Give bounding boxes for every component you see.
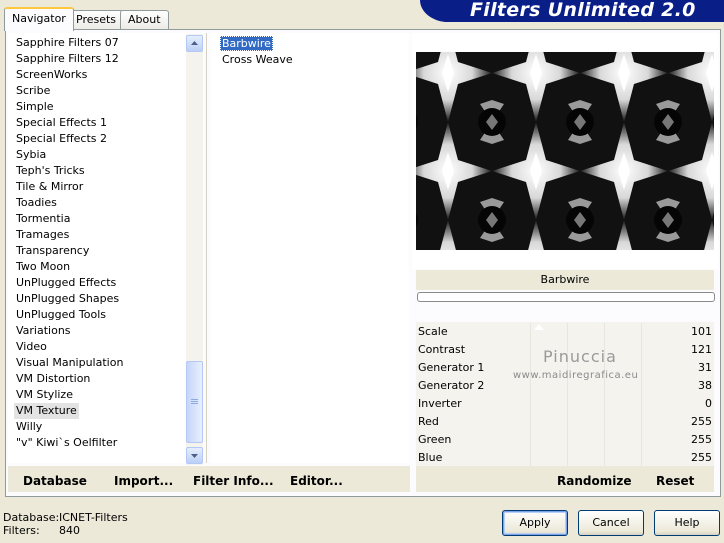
param-name: Contrast xyxy=(418,343,466,356)
database-label: Database: xyxy=(3,511,60,524)
reset-button[interactable]: Reset xyxy=(656,474,694,488)
category-item[interactable]: VM Distortion xyxy=(14,371,92,387)
category-item[interactable]: Tile & Mirror xyxy=(14,179,85,195)
category-item[interactable]: Simple xyxy=(14,99,56,115)
param-name: Red xyxy=(418,415,439,428)
filter-item[interactable]: Barbwire xyxy=(220,36,273,51)
tab-about[interactable]: About xyxy=(120,10,169,29)
database-button[interactable]: Database xyxy=(23,474,87,488)
category-item[interactable]: VM Stylize xyxy=(14,387,75,403)
param-row[interactable]: Green 255 xyxy=(416,431,714,449)
param-row[interactable]: Red 255 xyxy=(416,413,714,431)
filter-list[interactable]: Barbwire Cross Weave xyxy=(211,33,409,463)
category-item[interactable]: Teph's Tricks xyxy=(14,163,87,179)
category-item[interactable]: ScreenWorks xyxy=(14,67,89,83)
category-item[interactable]: UnPlugged Tools xyxy=(14,307,108,323)
category-item[interactable]: Tramages xyxy=(14,227,71,243)
category-item[interactable]: UnPlugged Shapes xyxy=(14,291,121,307)
category-item[interactable]: Toadies xyxy=(14,195,59,211)
scroll-thumb[interactable] xyxy=(186,361,203,443)
category-item[interactable]: Sapphire Filters 07 xyxy=(14,35,121,51)
category-item[interactable]: Willy xyxy=(14,419,44,435)
apply-button[interactable]: Apply xyxy=(502,510,568,536)
param-value: 31 xyxy=(698,361,712,374)
category-item[interactable]: Tormentia xyxy=(14,211,72,227)
help-button[interactable]: Help xyxy=(654,510,720,536)
filters-count-label: Filters: xyxy=(3,524,40,537)
category-scrollbar[interactable] xyxy=(186,34,203,465)
param-slider[interactable] xyxy=(494,431,678,449)
param-slider[interactable] xyxy=(494,323,678,341)
preview-image xyxy=(416,52,714,250)
app-title: Filters Unlimited 2.0 xyxy=(470,0,696,21)
param-name: Inverter xyxy=(418,397,462,410)
triangle-down-icon xyxy=(191,454,198,458)
param-name: Green xyxy=(418,433,452,446)
category-item[interactable]: Special Effects 1 xyxy=(14,115,109,131)
import-button[interactable]: Import... xyxy=(114,474,173,488)
param-slider[interactable] xyxy=(494,395,678,413)
param-value: 101 xyxy=(691,325,712,338)
category-item[interactable]: Variations xyxy=(14,323,73,339)
category-item[interactable]: Special Effects 2 xyxy=(14,131,109,147)
category-item[interactable]: Sapphire Filters 12 xyxy=(14,51,121,67)
param-row[interactable]: Blue 255 xyxy=(416,449,714,467)
category-item[interactable]: "v" Kiwi`s Oelfilter xyxy=(14,435,119,451)
filter-info-button[interactable]: Filter Info... xyxy=(193,474,274,488)
triangle-up-icon xyxy=(191,41,198,45)
param-value: 0 xyxy=(705,397,712,410)
filters-count-value: 840 xyxy=(59,524,80,537)
category-item[interactable]: Video xyxy=(14,339,49,355)
tab-navigator[interactable]: Navigator xyxy=(4,7,74,31)
param-name: Generator 2 xyxy=(418,379,485,392)
param-value: 38 xyxy=(698,379,712,392)
param-name: Scale xyxy=(418,325,448,338)
cancel-button[interactable]: Cancel xyxy=(578,510,644,536)
category-list[interactable]: Sapphire Filters 07 Sapphire Filters 12 Sc… xyxy=(8,33,187,463)
category-item[interactable]: Two Moon xyxy=(14,259,72,275)
category-item[interactable]: Sybia xyxy=(14,147,48,163)
param-row[interactable]: Scale 101 xyxy=(416,323,714,341)
watermark-name: Pinuccia xyxy=(543,347,617,366)
category-item[interactable]: Visual Manipulation xyxy=(14,355,125,371)
progress-bar xyxy=(417,292,715,302)
category-item[interactable]: VM Texture xyxy=(14,403,79,419)
param-row[interactable]: Inverter 0 xyxy=(416,395,714,413)
category-item[interactable]: Transparency xyxy=(14,243,91,259)
randomize-button[interactable]: Randomize xyxy=(557,474,631,488)
scroll-down-button[interactable] xyxy=(186,447,203,464)
editor-button[interactable]: Editor... xyxy=(290,474,343,488)
param-name: Generator 1 xyxy=(418,361,485,374)
tab-presets[interactable]: Presets xyxy=(68,10,125,29)
left-toolbar: Database Import... Filter Info... Editor… xyxy=(8,466,410,492)
param-name: Blue xyxy=(418,451,443,464)
parameter-panel[interactable]: Scale 101 Contrast 121 Generator 1 31 Generato… xyxy=(416,322,714,467)
category-item[interactable]: UnPlugged Effects xyxy=(14,275,118,291)
param-slider[interactable] xyxy=(494,449,678,467)
param-value: 121 xyxy=(691,343,712,356)
filter-item[interactable]: Cross Weave xyxy=(220,52,295,67)
category-item[interactable]: Scribe xyxy=(14,83,52,99)
scroll-up-button[interactable] xyxy=(186,35,203,52)
database-value: ICNET-Filters xyxy=(59,511,128,524)
preview-filter-name: Barbwire xyxy=(416,270,714,290)
right-toolbar: Randomize Reset xyxy=(416,466,714,492)
param-value: 255 xyxy=(691,433,712,446)
watermark-url: www.maidiregrafica.eu xyxy=(513,370,639,381)
param-value: 255 xyxy=(691,451,712,464)
param-value: 255 xyxy=(691,415,712,428)
param-slider[interactable] xyxy=(494,413,678,431)
